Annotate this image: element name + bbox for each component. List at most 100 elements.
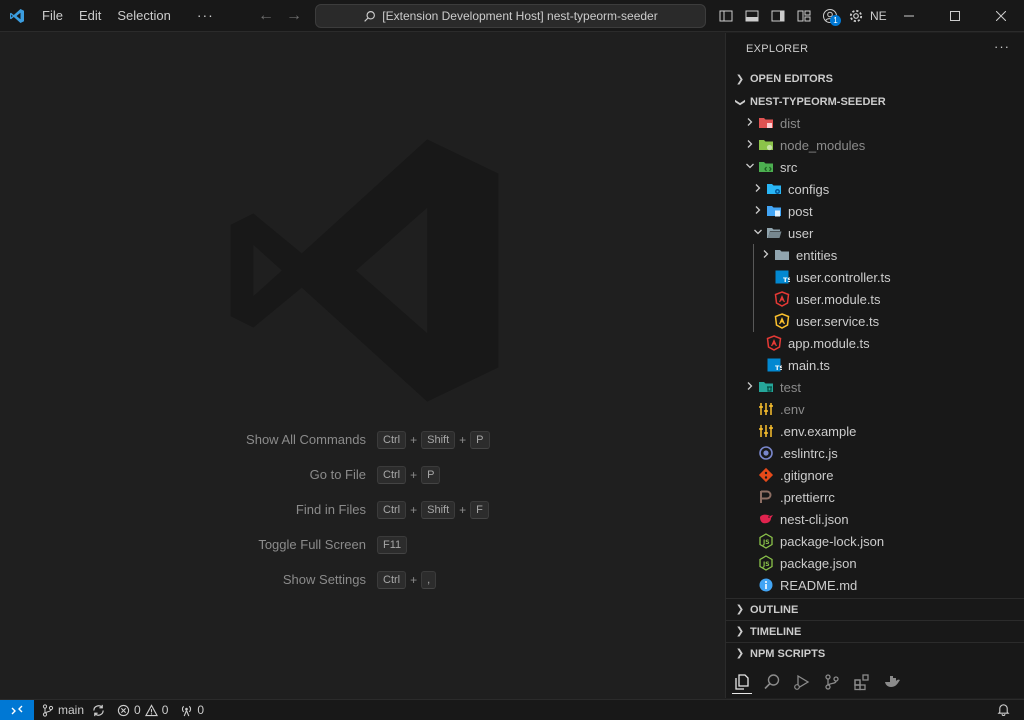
outline-section[interactable]: ❯ OUTLINE [726, 598, 1024, 620]
minimize-icon[interactable] [886, 0, 932, 32]
toggle-secondary-sidebar-icon[interactable] [768, 0, 788, 32]
tree-item-label: .env [780, 401, 805, 417]
tree-file-item[interactable]: JS package.json [726, 552, 1024, 574]
editor-area[interactable]: Show All Commands Ctrl + Shift + P Go to File C… [0, 33, 725, 698]
tree-file-item[interactable]: app.module.ts [726, 332, 1024, 354]
tree-file-item[interactable]: .env.example [726, 420, 1024, 442]
tree-folder-item[interactable]: post [726, 200, 1024, 222]
sync-icon[interactable] [92, 704, 105, 717]
timeline-section[interactable]: ❯ TIMELINE [726, 620, 1024, 642]
settings-gear-icon[interactable] [846, 0, 866, 32]
problems-status[interactable]: 0 0 [117, 703, 168, 717]
tree-item-label: app.module.ts [788, 335, 870, 351]
chevron-right-icon[interactable] [742, 116, 758, 130]
eslint-icon [758, 445, 774, 461]
tree-item-label: package.json [780, 555, 857, 571]
prettier-icon [758, 489, 774, 505]
open-editors-section[interactable]: ❯ OPEN EDITORS [726, 68, 1024, 90]
shortcut-keys: F11 [377, 534, 408, 556]
go-back-icon[interactable]: ← [256, 7, 276, 25]
tree-folder-item[interactable]: entities [726, 244, 1024, 266]
notifications-bell-icon[interactable] [997, 703, 1010, 719]
tree-file-item[interactable]: nest-cli.json [726, 508, 1024, 530]
go-forward-icon[interactable]: → [284, 7, 304, 25]
tree-file-item[interactable]: TS main.ts [726, 354, 1024, 376]
angular-service-icon [774, 313, 790, 329]
npm-scripts-section[interactable]: ❯ NPM SCRIPTS [726, 642, 1024, 664]
tree-folder-item[interactable]: configs [726, 178, 1024, 200]
tree-file-item[interactable]: TS user.controller.ts [726, 266, 1024, 288]
chevron-down-icon[interactable] [750, 226, 766, 240]
source-control-icon[interactable] [822, 670, 842, 694]
explorer-files-icon[interactable] [732, 670, 752, 694]
branch-status[interactable]: main [42, 703, 105, 717]
maximize-icon[interactable] [932, 0, 978, 32]
tree-file-item[interactable]: JS package-lock.json [726, 530, 1024, 552]
key-separator: + [410, 503, 418, 517]
docker-whale-icon[interactable] [882, 670, 902, 694]
menu-more-button[interactable]: ··· [189, 0, 222, 32]
tree-item-label: user.controller.ts [796, 269, 891, 285]
chevron-right-icon[interactable] [742, 380, 758, 394]
tree-item-label: .eslintrc.js [780, 445, 838, 461]
tree-item-label: .env.example [780, 423, 857, 439]
chevron-right-icon[interactable] [742, 138, 758, 152]
menu-file[interactable]: File [34, 0, 71, 32]
chevron-right-icon[interactable] [758, 248, 774, 262]
tree-folder-item[interactable]: node_modules [726, 134, 1024, 156]
angular-module-icon [774, 291, 790, 307]
toggle-primary-sidebar-icon[interactable] [716, 0, 736, 32]
chevron-right-icon: ❯ [735, 73, 745, 85]
explorer-more-actions-button[interactable]: ··· [994, 39, 1010, 54]
chevron-down-icon[interactable] [742, 160, 758, 174]
explorer-title: EXPLORER [746, 43, 809, 55]
status-bar: main 0 0 0 [0, 699, 1024, 720]
tree-file-item[interactable]: user.service.ts [726, 310, 1024, 332]
broadcast-icon [182, 705, 192, 716]
tree-folder-item[interactable]: src [726, 156, 1024, 178]
tree-folder-item[interactable]: test [726, 376, 1024, 398]
nest-icon [758, 511, 774, 527]
keybinding-key: F11 [377, 536, 408, 554]
tree-folder-item[interactable]: dist [726, 112, 1024, 134]
chevron-right-icon[interactable] [750, 182, 766, 196]
run-debug-icon[interactable] [792, 670, 812, 694]
key-separator: + [410, 468, 418, 482]
branch-name: main [58, 703, 85, 717]
tree-file-item[interactable]: README.md [726, 574, 1024, 596]
tree-file-item[interactable]: .prettierrc [726, 486, 1024, 508]
profile-label[interactable]: NE [870, 9, 887, 23]
explorer-sidebar: EXPLORER ··· ❯ OPEN EDITORS ❯ NEST-TYPEO… [725, 33, 1024, 698]
ports-count: 0 [197, 703, 205, 717]
account-icon[interactable]: 1 [820, 0, 841, 32]
tree-folder-item[interactable]: user [726, 222, 1024, 244]
env-icon [758, 423, 774, 439]
tree-file-item[interactable]: .eslintrc.js [726, 442, 1024, 464]
command-center[interactable]: [Extension Development Host] nest-typeor… [315, 4, 706, 28]
close-icon[interactable] [978, 0, 1024, 32]
project-section[interactable]: ❯ NEST-TYPEORM-SEEDER [726, 91, 1024, 113]
keybinding-key: Ctrl [377, 466, 407, 484]
toggle-panel-icon[interactable] [742, 0, 762, 32]
tree-item-label: README.md [780, 577, 858, 593]
keybinding-key: Ctrl [377, 431, 407, 449]
menu-selection[interactable]: Selection [109, 0, 178, 32]
nodejs-icon: JS [758, 555, 774, 571]
menu-edit[interactable]: Edit [71, 0, 109, 32]
shortcut-keys: Ctrl + Shift + F [377, 499, 489, 521]
tree-file-item[interactable]: .gitignore [726, 464, 1024, 486]
customize-layout-icon[interactable] [794, 0, 814, 32]
tree-item-label: .gitignore [780, 467, 834, 483]
folder-test-icon [758, 379, 774, 395]
remote-indicator-icon[interactable] [0, 699, 34, 720]
ports-status[interactable]: 0 [180, 703, 204, 717]
shortcut-row: Find in Files Ctrl + Shift + F [0, 499, 725, 521]
extensions-icon[interactable] [852, 670, 872, 694]
tree-file-item[interactable]: user.module.ts [726, 288, 1024, 310]
search-icon[interactable] [762, 670, 782, 694]
tree-item-label: user [788, 225, 814, 241]
tree-file-item[interactable]: .env [726, 398, 1024, 420]
account-badge: 1 [830, 15, 841, 26]
keybinding-key: P [470, 431, 490, 449]
chevron-right-icon[interactable] [750, 204, 766, 218]
